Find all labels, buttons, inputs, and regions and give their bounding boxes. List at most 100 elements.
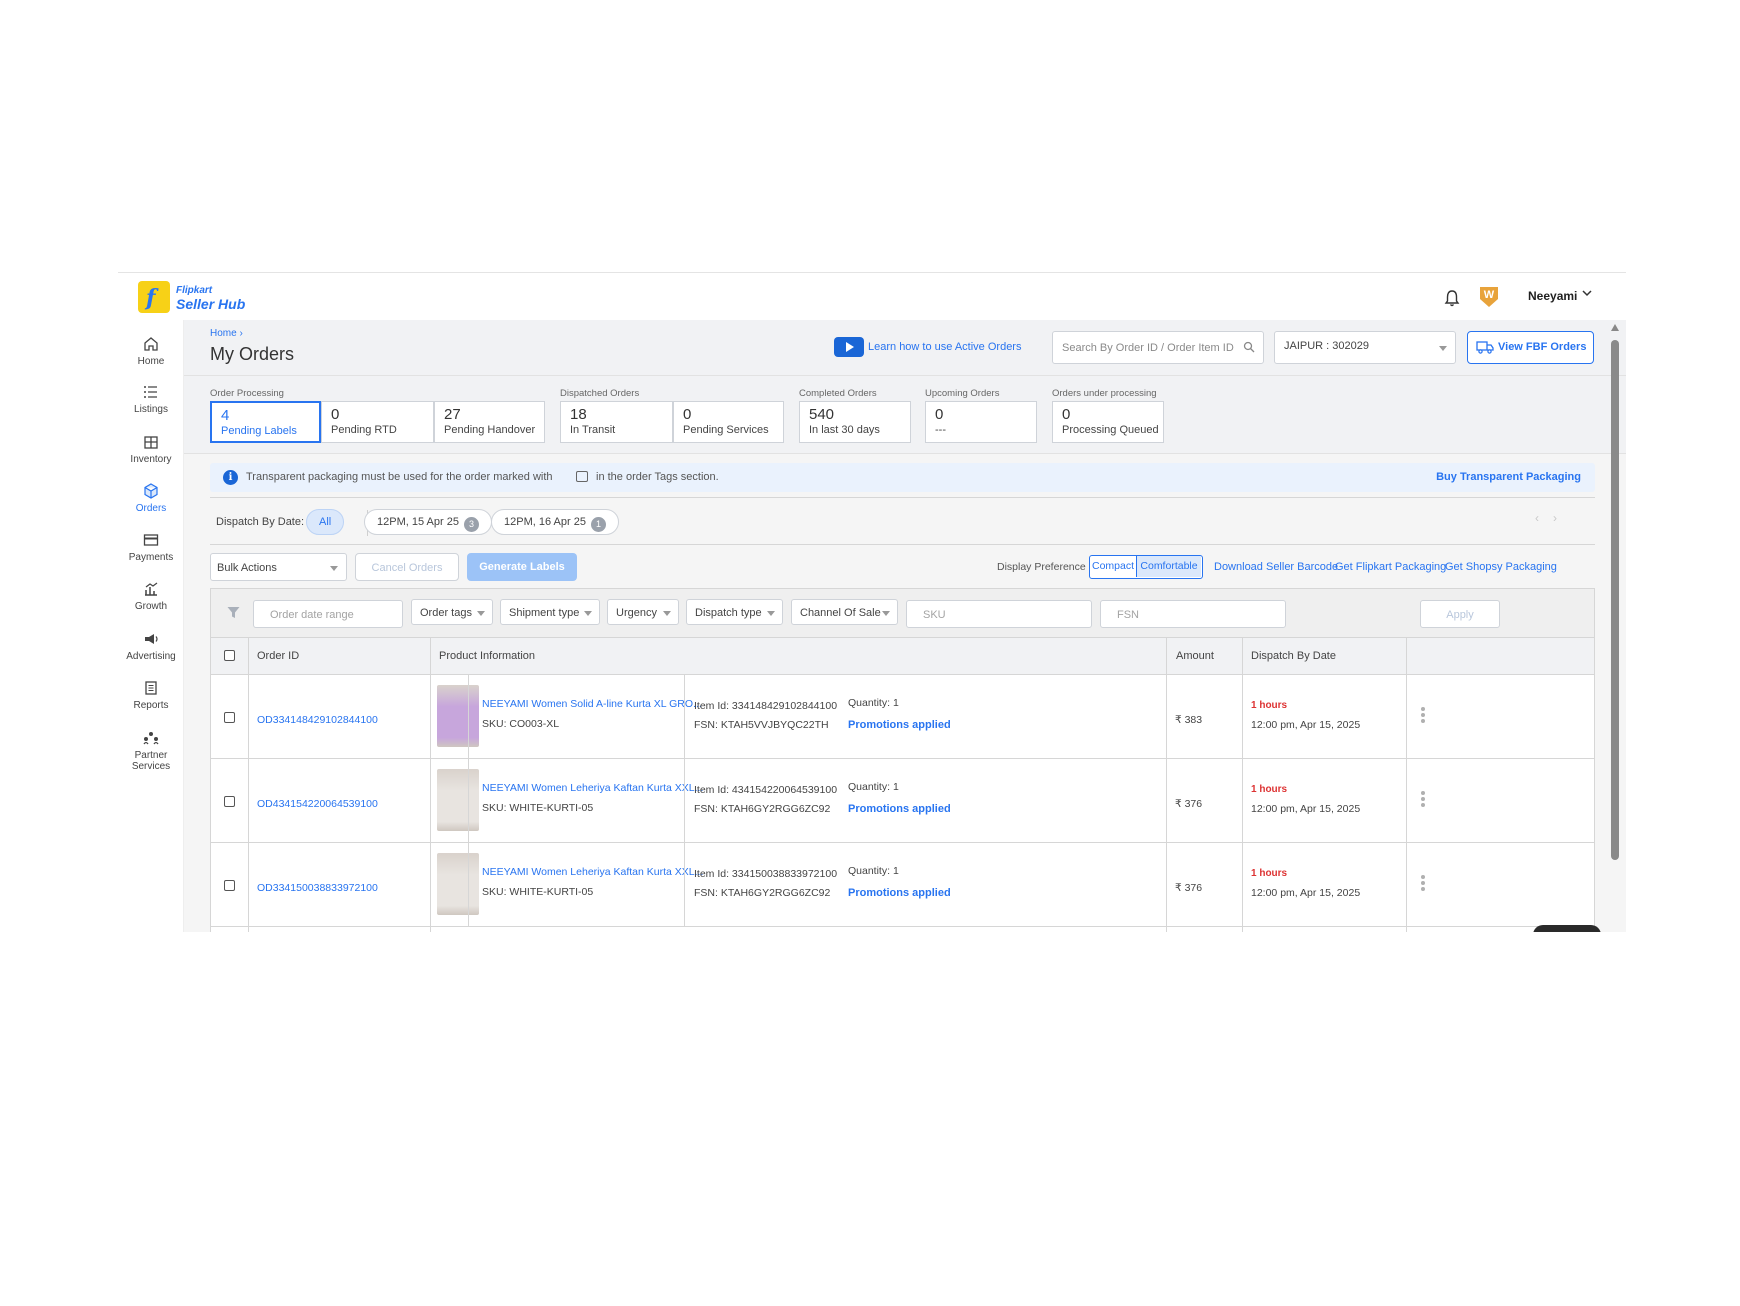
sidebar-item-growth[interactable]: Growth bbox=[118, 581, 184, 612]
channel-of-sale-select[interactable]: Channel Of Sale bbox=[791, 599, 898, 625]
sidebar-item-home[interactable]: Home bbox=[118, 336, 184, 367]
promotions-applied-link[interactable]: Promotions applied bbox=[848, 803, 951, 815]
sidebar-item-label: Home bbox=[137, 356, 165, 367]
transparent-packaging-banner: i Transparent packaging must be used for… bbox=[210, 463, 1595, 492]
caret-down-icon bbox=[882, 611, 890, 616]
row-checkbox[interactable] bbox=[224, 712, 235, 723]
order-summary-strip: Order Processing Dispatched Orders Compl… bbox=[184, 376, 1626, 454]
flipkart-seller-hub-logo[interactable]: f Flipkart Seller Hub bbox=[138, 281, 258, 315]
caret-down-icon bbox=[663, 611, 671, 616]
page-title: My Orders bbox=[210, 344, 295, 364]
product-name-link[interactable]: NEEYAMI Women Leheriya Kaftan Kurta XXL.… bbox=[482, 866, 703, 878]
download-seller-barcode-link[interactable]: Download Seller Barcode bbox=[1214, 561, 1338, 573]
sidebar-item-advertising[interactable]: Advertising bbox=[118, 631, 184, 662]
dispatch-by-date-label: Dispatch By Date: bbox=[216, 516, 305, 528]
chevron-down-icon[interactable] bbox=[1581, 287, 1593, 299]
card-pending-handover[interactable]: 27 Pending Handover bbox=[434, 401, 545, 443]
get-shopsy-packaging-link[interactable]: Get Shopsy Packaging bbox=[1445, 561, 1557, 573]
card-upcoming[interactable]: 0 --- bbox=[925, 401, 1037, 443]
table-row: OD334150038833972100 NEEYAMI Women Leheri… bbox=[211, 843, 1594, 927]
flipkart-bag-icon: f bbox=[138, 281, 170, 313]
quantity: Quantity: 1 bbox=[848, 697, 899, 709]
product-thumbnail[interactable] bbox=[437, 853, 479, 915]
sidebar-item-payments[interactable]: Payments bbox=[118, 532, 184, 563]
order-search-input[interactable]: Search By Order ID / Order Item ID bbox=[1052, 331, 1264, 364]
view-fbf-orders-button[interactable]: View FBF Orders bbox=[1467, 331, 1594, 364]
card-in-transit[interactable]: 18 In Transit bbox=[560, 401, 673, 443]
comfortable-option[interactable]: Comfortable bbox=[1137, 556, 1201, 577]
order-date-range-input[interactable]: Order date range bbox=[253, 600, 403, 628]
row-checkbox[interactable] bbox=[224, 880, 235, 891]
order-amount: ₹ 383 bbox=[1175, 714, 1203, 726]
sidebar-item-reports[interactable]: Reports bbox=[118, 680, 184, 711]
chip-15-apr[interactable]: 12PM, 15 Apr 25 3 bbox=[364, 509, 492, 535]
sidebar-item-label: Inventory bbox=[130, 454, 172, 465]
order-id-link[interactable]: OD334148429102844100 bbox=[257, 714, 378, 726]
product-fsn: FSN: KTAH6GY2RGG6ZC92 bbox=[694, 803, 831, 815]
card-pending-rtd[interactable]: 0 Pending RTD bbox=[321, 401, 434, 443]
col-order-id: Order ID bbox=[257, 650, 300, 662]
chip-pager-arrows[interactable]: ‹› bbox=[1535, 511, 1571, 525]
shipment-type-select[interactable]: Shipment type bbox=[500, 599, 600, 625]
card-completed-30-days[interactable]: 540 In last 30 days bbox=[799, 401, 911, 443]
chat-widget-button[interactable] bbox=[1533, 925, 1601, 932]
card-pending-labels[interactable]: 4 Pending Labels bbox=[210, 401, 321, 443]
sidebar-item-partner-services[interactable]: Partner Services bbox=[118, 730, 184, 772]
card-pending-services[interactable]: 0 Pending Services bbox=[673, 401, 784, 443]
table-filter-bar: Order date range Order tags Shipment typ… bbox=[211, 589, 1594, 638]
time-remaining: 1 hours bbox=[1251, 784, 1288, 795]
page-scrollbar[interactable] bbox=[1609, 324, 1621, 932]
group-label-dispatched: Dispatched Orders bbox=[560, 388, 640, 399]
seller-tier-badge-icon[interactable]: W bbox=[1480, 287, 1498, 307]
order-tags-select[interactable]: Order tags bbox=[411, 599, 493, 625]
compact-option[interactable]: Compact bbox=[1090, 556, 1137, 577]
chip-all[interactable]: All bbox=[306, 509, 345, 535]
sidebar-item-inventory[interactable]: Inventory bbox=[118, 434, 184, 465]
select-all-checkbox[interactable] bbox=[224, 650, 235, 661]
cell-divider bbox=[684, 759, 685, 843]
product-name-link[interactable]: NEEYAMI Women Solid A-line Kurta XL GRO.… bbox=[482, 698, 702, 710]
cancel-orders-button[interactable]: Cancel Orders bbox=[355, 553, 459, 581]
generate-labels-button[interactable]: Generate Labels bbox=[467, 553, 577, 581]
card-processing-queued[interactable]: 0 Processing Queued bbox=[1052, 401, 1164, 443]
breadcrumb[interactable]: Home › bbox=[210, 328, 243, 339]
megaphone-icon bbox=[145, 634, 158, 644]
bulk-actions-select[interactable]: Bulk Actions bbox=[210, 553, 347, 581]
location-select[interactable]: JAIPUR : 302029 bbox=[1274, 331, 1456, 364]
sidebar-item-orders[interactable]: Orders bbox=[118, 483, 184, 514]
user-name[interactable]: Neeyami bbox=[1528, 289, 1577, 303]
get-flipkart-packaging-link[interactable]: Get Flipkart Packaging bbox=[1335, 561, 1446, 573]
seller-hub-app: f Flipkart Seller Hub W Neeyami Home Lis… bbox=[118, 272, 1626, 932]
dispatch-type-select[interactable]: Dispatch type bbox=[686, 599, 783, 625]
more-options-icon[interactable] bbox=[1421, 791, 1425, 807]
fsn-input[interactable]: FSN bbox=[1100, 600, 1286, 628]
more-options-icon[interactable] bbox=[1421, 707, 1425, 723]
quantity: Quantity: 1 bbox=[848, 865, 899, 877]
apply-filters-button[interactable]: Apply bbox=[1420, 600, 1500, 628]
sku-input[interactable]: SKU bbox=[906, 600, 1092, 628]
product-thumbnail[interactable] bbox=[437, 769, 479, 831]
group-label-under-processing: Orders under processing bbox=[1052, 388, 1157, 399]
more-options-icon[interactable] bbox=[1421, 875, 1425, 891]
sidebar: Home Listings Inventory Orders Payments … bbox=[118, 320, 184, 932]
bell-icon[interactable] bbox=[1444, 289, 1460, 307]
report-icon bbox=[145, 681, 157, 695]
urgency-select[interactable]: Urgency bbox=[607, 599, 679, 625]
row-checkbox[interactable] bbox=[224, 796, 235, 807]
search-icon bbox=[1243, 341, 1255, 353]
buy-transparent-packaging-link[interactable]: Buy Transparent Packaging bbox=[1436, 471, 1581, 483]
col-amount: Amount bbox=[1176, 650, 1214, 662]
sidebar-item-listings[interactable]: Listings bbox=[118, 384, 184, 415]
order-id-link[interactable]: OD434154220064539100 bbox=[257, 798, 378, 810]
product-thumbnail[interactable] bbox=[437, 685, 479, 747]
chip-16-apr[interactable]: 12PM, 16 Apr 25 1 bbox=[491, 509, 619, 535]
promotions-applied-link[interactable]: Promotions applied bbox=[848, 719, 951, 731]
promotions-applied-link[interactable]: Promotions applied bbox=[848, 887, 951, 899]
product-name-link[interactable]: NEEYAMI Women Leheriya Kaftan Kurta XXL.… bbox=[482, 782, 703, 794]
order-id-link[interactable]: OD334150038833972100 bbox=[257, 882, 378, 894]
scroll-up-arrow-icon[interactable] bbox=[1611, 324, 1619, 331]
scroll-thumb[interactable] bbox=[1611, 340, 1619, 860]
product-fsn: FSN: KTAH5VVJBYQC22TH bbox=[694, 719, 829, 731]
logo-brand-text: Flipkart bbox=[176, 285, 213, 296]
product-sku: SKU: WHITE-KURTI-05 bbox=[482, 802, 594, 814]
